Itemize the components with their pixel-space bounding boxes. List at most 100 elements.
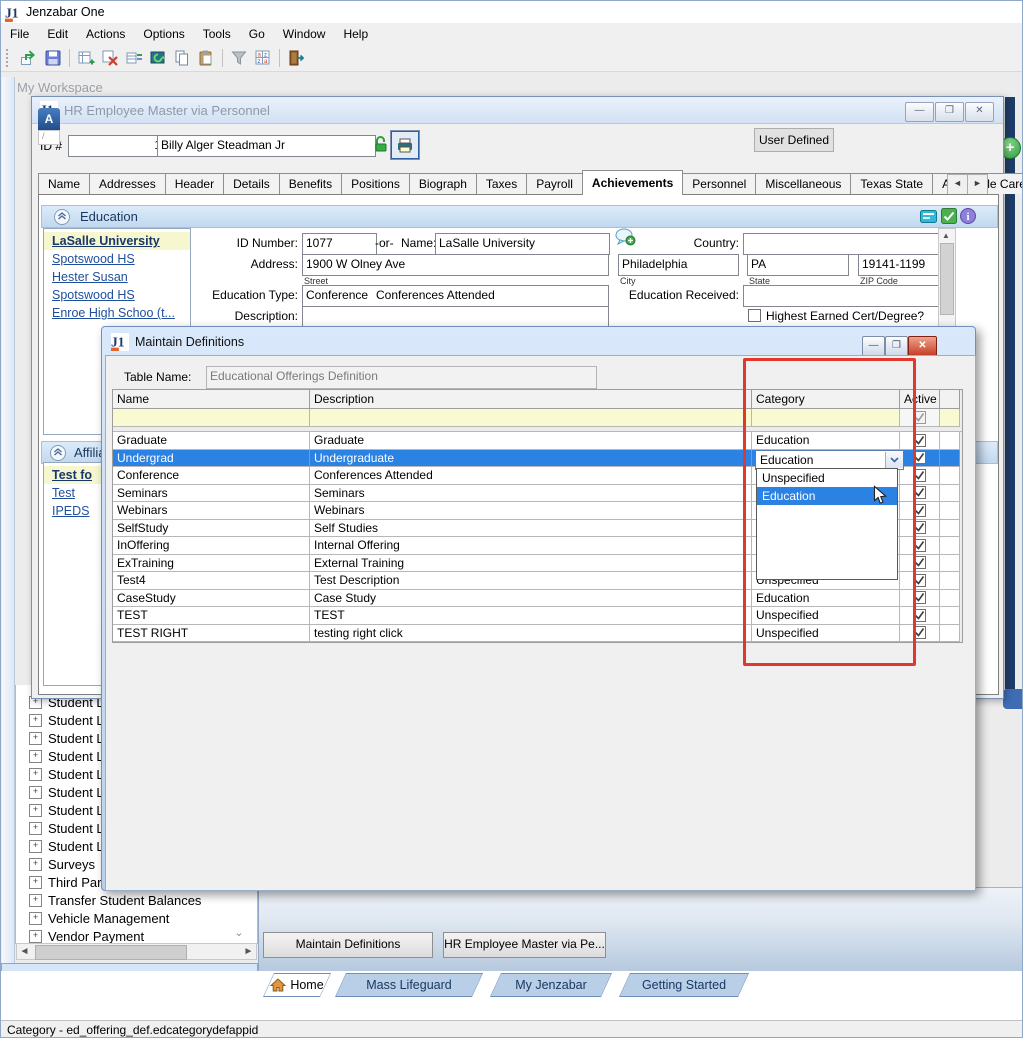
paste-icon[interactable] [195, 47, 217, 69]
tab-details[interactable]: Details [223, 173, 280, 194]
employee-id-field[interactable]: 1 [68, 135, 165, 157]
grid-view-icon[interactable] [920, 210, 937, 223]
dialog-titlebar[interactable]: J1 Maintain Definitions — ❐ ✕ [105, 330, 972, 355]
menu-item-help[interactable]: Help [334, 24, 377, 44]
expand-icon[interactable]: + [29, 912, 42, 925]
refresh-icon[interactable] [147, 47, 169, 69]
name-filter-cell[interactable] [113, 409, 310, 427]
expand-icon[interactable]: + [29, 858, 42, 871]
print-button[interactable] [391, 131, 419, 159]
minimize-button[interactable]: — [862, 336, 885, 357]
tab-header[interactable]: Header [165, 173, 224, 194]
name-cell[interactable]: Test4 [113, 572, 310, 590]
expand-icon[interactable]: + [29, 750, 42, 763]
zip-field[interactable]: 19141-1199 [858, 254, 943, 276]
education-received-field[interactable] [743, 285, 941, 307]
description-cell[interactable]: Self Studies [310, 520, 752, 538]
close-button[interactable]: ✕ [965, 102, 994, 122]
country-field[interactable] [743, 233, 941, 255]
education-name-field[interactable]: LaSalle University [435, 233, 610, 255]
expand-icon[interactable]: + [29, 714, 42, 727]
minimize-button[interactable]: — [905, 102, 934, 122]
education-type-field[interactable]: Conference Conferences Attended [302, 285, 609, 307]
scroll-right-icon[interactable]: ► [241, 945, 256, 958]
name-cell[interactable]: TEST RIGHT [113, 625, 310, 643]
menu-item-tools[interactable]: Tools [194, 24, 240, 44]
scrollbar-thumb[interactable] [940, 243, 954, 315]
tree-item-vendor-payment[interactable]: +Vendor Payment [16, 927, 258, 944]
insert-record-icon[interactable] [123, 47, 145, 69]
name-cell[interactable]: ExTraining [113, 555, 310, 573]
close-button[interactable]: ✕ [908, 336, 937, 357]
expand-icon[interactable]: + [29, 822, 42, 835]
expand-icon[interactable]: + [29, 840, 42, 853]
name-cell[interactable]: Seminars [113, 485, 310, 503]
tab-taxes[interactable]: Taxes [476, 173, 527, 194]
scroll-left-icon[interactable]: ◄ [17, 945, 32, 958]
collapse-section-icon[interactable] [54, 209, 70, 225]
state-field[interactable]: PA [747, 254, 849, 276]
tab-scroll-left-icon[interactable]: ◄ [947, 174, 968, 195]
expand-icon[interactable]: + [29, 930, 42, 943]
description-cell[interactable]: Case Study [310, 590, 752, 608]
tab-payroll[interactable]: Payroll [526, 173, 583, 194]
tab-miscellaneous[interactable]: Miscellaneous [755, 173, 851, 194]
menu-item-actions[interactable]: Actions [77, 24, 134, 44]
add-record-icon[interactable] [75, 47, 97, 69]
description-cell[interactable]: Seminars [310, 485, 752, 503]
description-cell[interactable]: Conferences Attended [310, 467, 752, 485]
chevron-down-icon[interactable]: ⌄ [231, 926, 247, 942]
name-cell[interactable]: Conference [113, 467, 310, 485]
unlock-icon[interactable] [373, 135, 388, 156]
tab-positions[interactable]: Positions [341, 173, 410, 194]
tab-personnel[interactable]: Personnel [682, 173, 756, 194]
copy-icon[interactable] [171, 47, 193, 69]
restore-button[interactable]: ❐ [935, 102, 964, 122]
description-cell[interactable]: Webinars [310, 502, 752, 520]
expand-icon[interactable]: + [29, 786, 42, 799]
name-cell[interactable]: TEST [113, 607, 310, 625]
menu-item-file[interactable]: File [1, 24, 38, 44]
description-cell[interactable]: Graduate [310, 432, 752, 450]
education-section-header[interactable]: Education i [41, 205, 998, 228]
description-cell[interactable]: testing right click [310, 625, 752, 643]
column-header-name[interactable]: Name [113, 390, 310, 409]
name-cell[interactable]: Webinars [113, 502, 310, 520]
user-defined-button[interactable]: User Defined [754, 128, 834, 152]
description-cell[interactable]: Test Description [310, 572, 752, 590]
employee-name-field[interactable]: Billy Alger Steadman Jr [157, 135, 376, 157]
workspace-tab-getting-started[interactable]: Getting Started [619, 973, 749, 997]
taskbar-button-maintain-definitions[interactable]: Maintain Definitions [263, 932, 433, 958]
sort-icon[interactable]: azza [252, 47, 274, 69]
description-cell[interactable]: Undergraduate [310, 450, 752, 468]
city-field[interactable]: Philadelphia [618, 254, 739, 276]
exit-icon[interactable] [285, 47, 307, 69]
scroll-up-icon[interactable]: ▲ [942, 231, 950, 240]
name-cell[interactable]: Undergrad [113, 450, 310, 468]
tab-benefits[interactable]: Benefits [279, 173, 342, 194]
menu-item-edit[interactable]: Edit [38, 24, 77, 44]
filter-icon[interactable] [228, 47, 250, 69]
description-field[interactable] [302, 306, 609, 328]
workspace-tab-mass-lifeguard[interactable]: Mass Lifeguard [335, 973, 483, 997]
confirm-icon[interactable] [941, 208, 957, 224]
taskbar-button-hr-employee-master[interactable]: HR Employee Master via Pe... [443, 932, 606, 958]
menu-item-go[interactable]: Go [240, 24, 274, 44]
name-cell[interactable]: Graduate [113, 432, 310, 450]
tree-item-transfer-student-balances[interactable]: +Transfer Student Balances [16, 891, 258, 909]
tree-horizontal-scrollbar[interactable]: ◄ ► [16, 943, 257, 960]
tab-addresses[interactable]: Addresses [89, 173, 166, 194]
hr-window-titlebar[interactable]: J1 HR Employee Master via Personnel — ❐ … [32, 97, 1003, 124]
description-cell[interactable]: Internal Offering [310, 537, 752, 555]
tree-item-vehicle-management[interactable]: +Vehicle Management [16, 909, 258, 927]
tab-texas-state[interactable]: Texas State [850, 173, 933, 194]
expand-icon[interactable]: + [29, 894, 42, 907]
description-filter-cell[interactable] [310, 409, 752, 427]
expand-icon[interactable]: + [29, 732, 42, 745]
description-cell[interactable]: TEST [310, 607, 752, 625]
column-header-description[interactable]: Description [310, 390, 752, 409]
expand-icon[interactable]: + [29, 876, 42, 889]
collapse-section-icon[interactable] [50, 445, 66, 461]
expand-icon[interactable]: + [29, 768, 42, 781]
menu-item-window[interactable]: Window [274, 24, 335, 44]
